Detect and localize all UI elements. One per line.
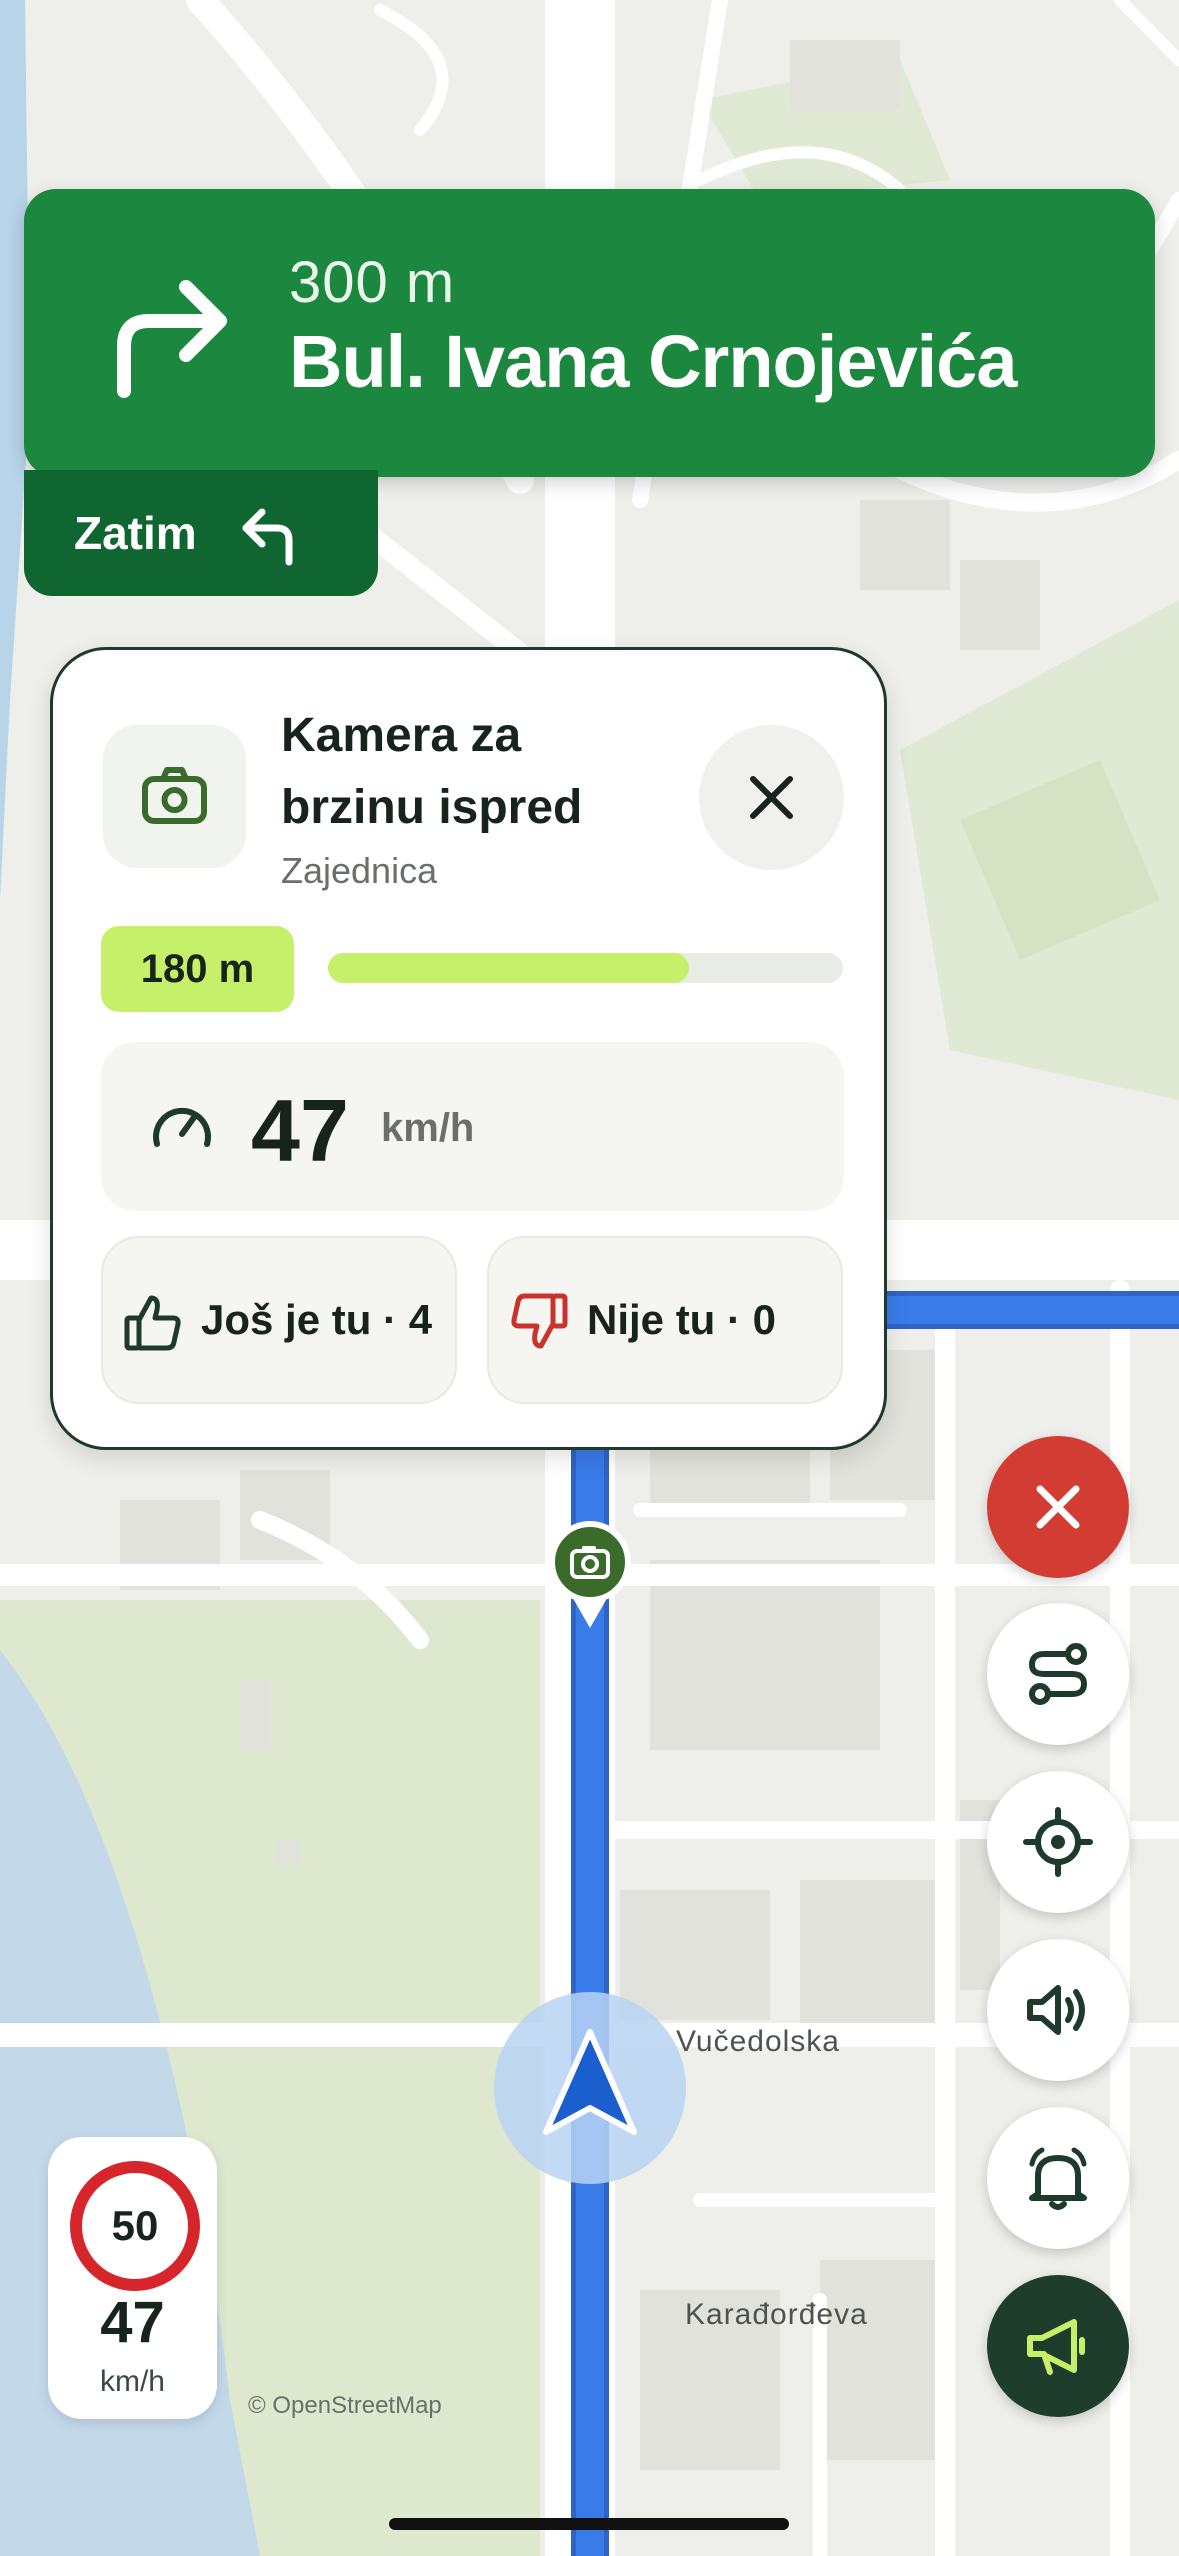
street-label-vucedolska: Vučedolska [676,2025,840,2058]
camera-alert-source: Zajednica [281,850,438,891]
current-speed-value: 47 [100,2290,165,2355]
camera-icon-box [103,725,246,868]
thumbs-up-icon [124,1295,181,1351]
map-attribution[interactable]: © OpenStreetMap [248,2392,442,2420]
speed-camera-alert-card: Kamera za brzinu ispred Zajednica 180 m … [50,647,887,1450]
camera-speed-value: 47 [251,1081,349,1180]
then-maneuver-chip[interactable]: Zatim [24,470,378,596]
maneuver-street: Bul. Ivana Crnojevića [289,320,1017,403]
camera-marker-icon[interactable] [548,1520,632,1632]
close-icon [1036,1485,1080,1529]
volume-icon [1027,1985,1085,2035]
camera-alert-title: Kamera za brzinu ispred [281,709,583,834]
still-there-button[interactable]: Još je tu · 4 [101,1236,457,1404]
not-there-label: Nije tu · 0 [587,1296,777,1343]
sound-button[interactable] [987,1939,1129,2081]
alerts-button[interactable] [987,2107,1129,2249]
still-there-label: Još je tu · 4 [201,1296,433,1343]
camera-speed-unit: km/h [381,1106,475,1150]
camera-distance-badge: 180 m [101,926,294,1012]
navigation-instruction-card[interactable]: 300 m Bul. Ivana Crnojevića [24,189,1155,477]
locate-icon [1023,1807,1093,1877]
camera-icon [142,767,207,824]
camera-distance-progress-fill [328,953,689,983]
report-button[interactable] [987,2275,1129,2417]
camera-distance-progress [328,953,843,983]
end-navigation-button[interactable] [987,1436,1129,1578]
close-icon [750,776,793,819]
navigation-arrow-icon [543,2029,637,2135]
current-speed-unit: km/h [99,2365,165,2398]
then-label: Zatim [74,507,197,559]
speed-limit-sign: 50 [70,2161,200,2291]
route-options-button[interactable] [987,1603,1129,1745]
turn-left-icon [242,508,293,566]
speed-panel: 50 47 km/h [48,2137,217,2419]
close-alert-button[interactable] [699,725,844,870]
thumbs-down-icon [511,1293,568,1349]
recenter-button[interactable] [987,1771,1129,1913]
turn-right-icon [117,280,227,398]
bell-icon [1029,2147,1087,2210]
megaphone-icon [1027,2319,1085,2375]
not-there-button[interactable]: Nije tu · 0 [487,1236,843,1404]
maneuver-distance: 300 m [289,250,456,315]
speedometer-icon [153,1107,211,1147]
home-indicator[interactable] [389,2518,789,2530]
camera-speed-box: 47 km/h [101,1042,844,1211]
route-icon [1028,1643,1088,1705]
street-label-karadjordjeva: Karađorđeva [685,2298,868,2331]
